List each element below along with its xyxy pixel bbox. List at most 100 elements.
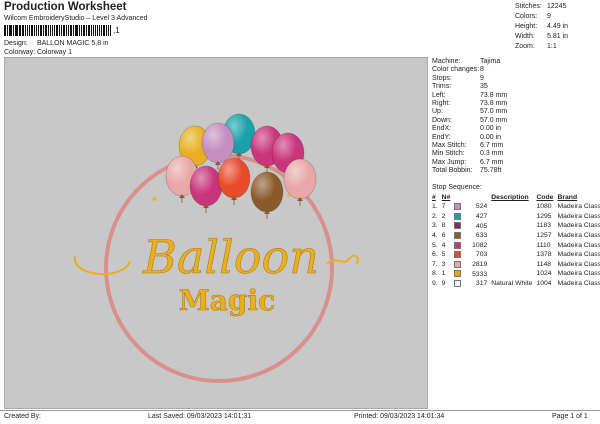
thread-number: 524 [475, 203, 488, 211]
star-icon: * [151, 194, 158, 210]
table-row: 5.4 1082 1110 Madeira Classic 40 [430, 240, 600, 250]
machine-label: EndY: [432, 133, 451, 141]
thread-description [489, 269, 534, 279]
machine-value: 6.7 mm [480, 158, 504, 166]
thread-number: 633 [475, 232, 488, 240]
stat-label: Height: [515, 23, 538, 30]
thread-description [489, 260, 534, 270]
needle-number: 4 [441, 241, 446, 249]
thread-brand: Madeira Classic 40 [557, 241, 600, 249]
machine-value: 73.8 mm [480, 91, 508, 99]
stop-sequence-title: Stop Sequence: [432, 184, 482, 191]
needle-number: 1 [441, 270, 446, 278]
row-index: 6. [432, 251, 438, 259]
thread-code: 1295 [536, 212, 552, 220]
machine-row: Max Jump: 6.7 mm [432, 159, 507, 167]
machine-row: Stops: 9 [432, 75, 507, 83]
row-index: 3. [432, 222, 438, 230]
color-swatch [454, 222, 462, 230]
needle-number: 5 [441, 251, 446, 259]
stat-label: Stitches: [515, 3, 542, 10]
thread-cell: 633 [452, 231, 489, 241]
design-word-1: Balloon [142, 230, 319, 284]
machine-value: 57.0 mm [480, 108, 508, 116]
machine-value: 73.8 mm [480, 100, 508, 108]
machine-value: 35 [480, 83, 488, 91]
stat-row: Zoom: 1:1 [515, 42, 568, 52]
machine-label: Down: [432, 116, 452, 124]
stat-value: 12245 [547, 3, 567, 10]
col-header: Description [491, 194, 529, 201]
balloon-icon [217, 157, 251, 205]
thread-cell: 1082 [452, 240, 489, 250]
needle-number: 9 [441, 280, 446, 288]
machine-value: 0.00 in [480, 125, 502, 133]
thread-code: 1080 [536, 203, 552, 211]
machine-row: Min Stitch: 0.3 mm [432, 150, 507, 158]
machine-row: Total Bobbin: 75.78ft [432, 167, 507, 175]
stat-value: 1:1 [547, 43, 557, 50]
stat-row: Stitches: 12245 [515, 2, 568, 12]
machine-row: Up: 57.0 mm [432, 108, 507, 116]
machine-value: 6.7 mm [480, 142, 504, 150]
machine-label: Up: [432, 108, 443, 116]
machine-label: Max Stitch: [432, 142, 467, 150]
colorway-row: Colorway: Colorway 1 [4, 49, 72, 56]
stat-row: Height: 4.49 in [515, 22, 568, 32]
thread-number: 427 [475, 213, 488, 221]
table-row: 3.8 405 1183 Madeira Classic 40 [430, 221, 600, 231]
thread-cell: 2819 [452, 260, 489, 270]
needle-number: 3 [441, 260, 446, 268]
table-header-row: # N# Description Code Brand [430, 193, 600, 202]
machine-label: Stops: [432, 74, 452, 82]
machine-label: Right: [432, 100, 451, 108]
row-index: 1. [432, 203, 438, 211]
machine-label: Trims: [432, 83, 452, 91]
machine-row: EndX: 0.00 in [432, 125, 507, 133]
row-index: 4. [432, 232, 438, 240]
machine-row: Left: 73.8 mm [432, 92, 507, 100]
machine-row: Right: 73.8 mm [432, 100, 507, 108]
row-index: 5. [432, 241, 438, 249]
footer-page: Page 1 of 1 [552, 413, 588, 420]
table-row: 9.9 317Natural White1004 Madeira Classic … [430, 279, 600, 289]
thread-cell: 703 [452, 250, 489, 260]
swash-left [73, 255, 131, 275]
thread-brand: Madeira Classic 40 [557, 251, 600, 259]
needle-number: 8 [441, 222, 446, 230]
col-header: N# [441, 194, 451, 201]
colorway-label: Colorway: [4, 49, 36, 56]
thread-description [489, 221, 534, 231]
col-header [452, 193, 489, 202]
table-row: 1.7 524 1080 Madeira Classic 40 [430, 202, 600, 212]
needle-number: 2 [441, 212, 446, 220]
color-swatch [454, 251, 462, 259]
balloon-icon [189, 165, 223, 213]
table-row: 8.1 5333 1024 Madeira Classic 40 [430, 269, 600, 279]
row-index: 9. [432, 280, 438, 288]
footer-printed: Printed: 09/03/2023 14:01:34 [354, 413, 445, 420]
table-row: 6.5 703 1378 Madeira Classic 40 [430, 250, 600, 260]
stat-row: Colors: 9 [515, 12, 568, 22]
machine-value: 0.00 in [480, 133, 502, 141]
thread-number: 703 [475, 251, 488, 259]
software-name: Wilcom EmbroideryStudio – Level 3 Advanc… [4, 15, 148, 22]
thread-code: 1183 [536, 222, 552, 230]
thread-number: 5333 [472, 270, 488, 278]
needle-number: 7 [441, 203, 446, 211]
thread-description [489, 231, 534, 241]
stat-label: Zoom: [515, 43, 535, 50]
color-swatch [454, 231, 462, 239]
machine-row: Color changes: 8 [432, 66, 507, 74]
machine-value: 8 [480, 66, 484, 74]
color-swatch [454, 203, 462, 211]
thread-description [489, 212, 534, 222]
star-icon: * [286, 192, 291, 203]
stat-value: 4.49 in [547, 23, 569, 30]
machine-value: 75.78ft [480, 167, 502, 175]
stat-label: Width: [515, 33, 535, 40]
thread-code: 1004 [536, 280, 552, 288]
machine-label: Min Stitch: [432, 150, 465, 158]
machine-label: Machine: [432, 58, 461, 65]
machine-row: Machine: Tajima [432, 58, 507, 66]
